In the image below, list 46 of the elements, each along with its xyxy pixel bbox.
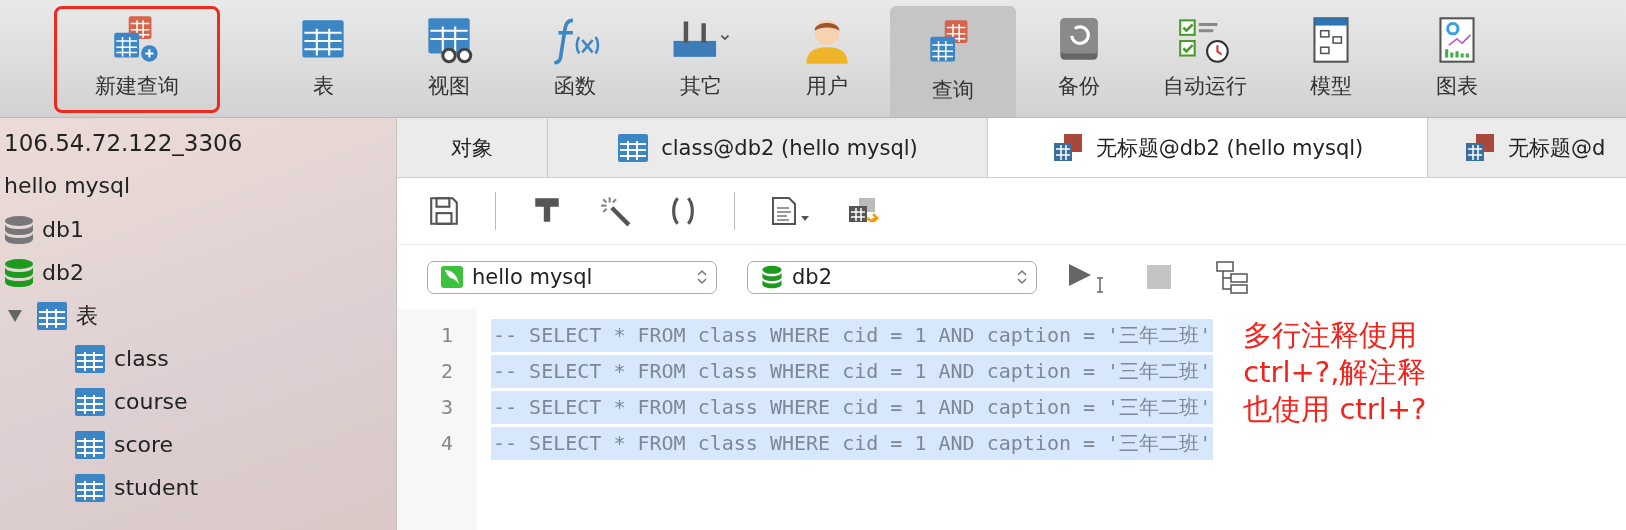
annotation-text: ctrl+?,解注释 bbox=[1243, 354, 1427, 391]
magic-wand-icon[interactable] bbox=[598, 195, 632, 227]
table-icon bbox=[74, 429, 106, 460]
table-icon bbox=[36, 300, 68, 331]
connection-name[interactable]: hello mysql bbox=[4, 164, 396, 208]
toolbar-button[interactable]: 查询 bbox=[890, 6, 1016, 117]
line-number: 3 bbox=[439, 395, 453, 419]
annotation-text: 多行注释使用 bbox=[1243, 317, 1418, 354]
toolbar-button[interactable]: 视图 bbox=[386, 6, 512, 113]
line-number: 1 bbox=[439, 323, 453, 347]
toolbar-button[interactable]: 自动运行 bbox=[1142, 6, 1268, 113]
table-icon bbox=[74, 386, 106, 417]
database-icon bbox=[760, 265, 784, 289]
stepper-icon bbox=[1016, 268, 1028, 286]
line-number: 2 bbox=[439, 359, 453, 383]
toolbar-button[interactable]: 其它 bbox=[638, 6, 764, 113]
tab[interactable]: 无标题@db2 (hello mysql) bbox=[988, 118, 1428, 177]
toolbar-button[interactable]: 用户 bbox=[764, 6, 890, 113]
server-name[interactable]: 106.54.72.122_3306 bbox=[4, 122, 396, 164]
stepper-icon bbox=[696, 268, 708, 286]
table-icon bbox=[74, 472, 106, 503]
annotation-text: 也使用 ctrl+? bbox=[1243, 391, 1427, 428]
toolbar-button[interactable]: 图表 bbox=[1394, 6, 1520, 113]
toolbar-button[interactable]: 表 bbox=[260, 6, 386, 113]
query-icon bbox=[1464, 132, 1496, 163]
tree-item[interactable]: class bbox=[114, 346, 169, 371]
tree-item[interactable]: db2 bbox=[42, 260, 84, 285]
toolbar-button[interactable]: 新建查询 bbox=[54, 6, 220, 113]
dolphin-icon bbox=[440, 265, 464, 289]
connection-select[interactable]: hello mysql bbox=[427, 260, 717, 294]
toolbar-button[interactable]: 备份 bbox=[1016, 6, 1142, 113]
query-icon bbox=[1051, 132, 1084, 163]
line-number: 4 bbox=[439, 431, 453, 455]
table-icon bbox=[617, 132, 650, 163]
table-icon bbox=[74, 343, 106, 374]
toolbar-button[interactable]: 函数 bbox=[512, 6, 638, 113]
tree-item[interactable]: 表 bbox=[76, 300, 98, 331]
disclosure-triangle-icon[interactable] bbox=[8, 309, 22, 322]
toolbar-button[interactable]: 模型 bbox=[1268, 6, 1394, 113]
tree-item[interactable]: student bbox=[114, 475, 199, 500]
tree-item[interactable]: course bbox=[114, 389, 188, 414]
save-icon[interactable] bbox=[427, 195, 461, 227]
tree-item[interactable]: score bbox=[114, 432, 174, 457]
tree-item[interactable]: db1 bbox=[42, 217, 84, 242]
explain-icon[interactable] bbox=[1215, 260, 1249, 294]
database-select[interactable]: db2 bbox=[747, 260, 1037, 294]
